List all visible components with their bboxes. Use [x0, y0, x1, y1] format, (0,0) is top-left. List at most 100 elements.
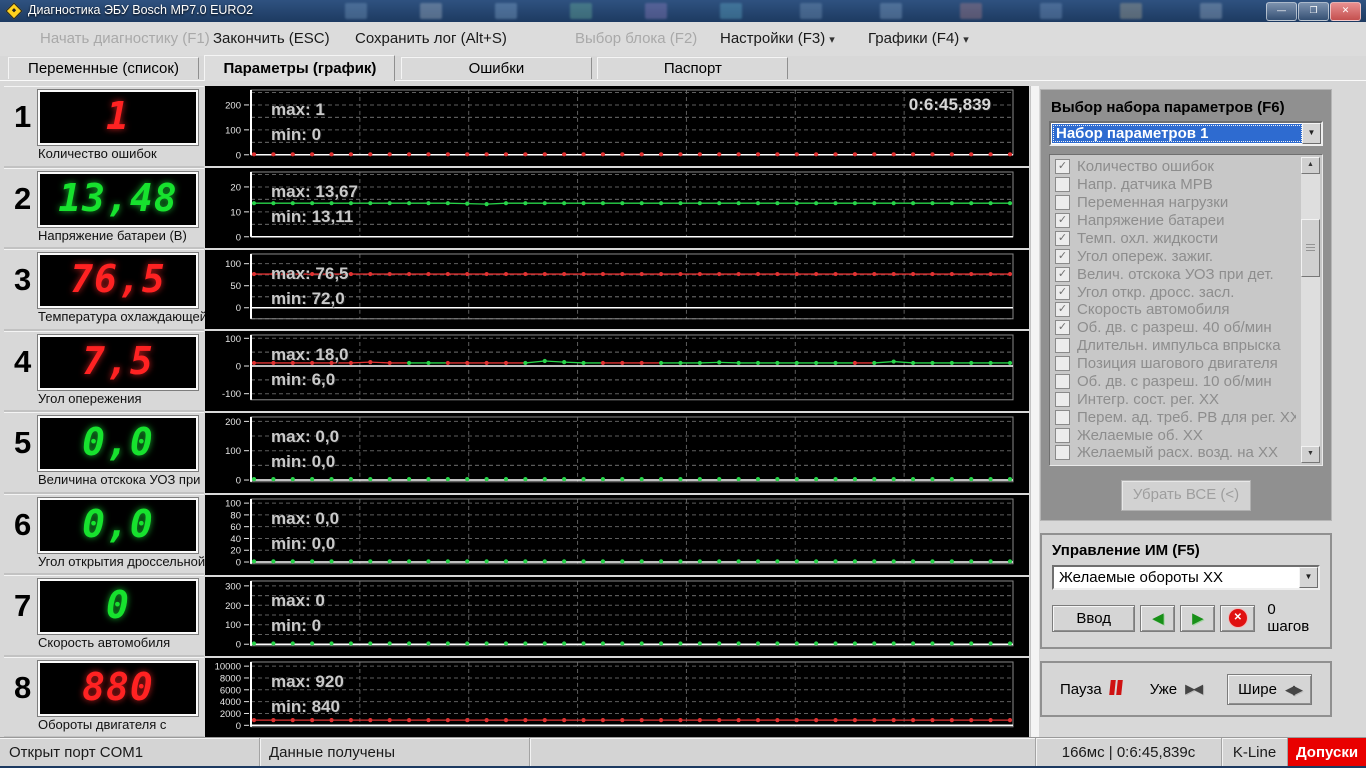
tab-errors[interactable]: Ошибки [400, 57, 592, 79]
scrollbar[interactable]: ▲ ▼ [1301, 157, 1320, 463]
checklist-item[interactable]: Желаемые об. ХХ [1055, 426, 1296, 444]
im-control-title: Управление ИМ (F5) [1052, 542, 1200, 559]
svg-text:50: 50 [230, 281, 241, 292]
checkbox[interactable]: ✓ [1055, 266, 1070, 282]
background-window-ghost [420, 3, 442, 19]
chart-svg: 0 100 200 [225, 89, 1014, 161]
tab-passport[interactable]: Паспорт [597, 57, 789, 79]
menu-settings[interactable]: Настройки (F3) ▾ [720, 30, 835, 47]
im-select[interactable]: Желаемые обороты ХХ ▼ [1052, 565, 1320, 590]
close-button[interactable]: ✕ [1330, 2, 1361, 21]
checkbox[interactable]: ✓ [1055, 320, 1070, 336]
parameter-checklist: ▲ ▼ ✓ Количество ошибок Напр. датчика МР… [1049, 154, 1323, 466]
menu-graphs[interactable]: Графики (F4) ▾ [868, 30, 969, 47]
sidebar: Выбор набора параметров (F6) Набор парам… [1038, 81, 1366, 737]
checkbox[interactable] [1055, 373, 1070, 389]
checkbox[interactable] [1055, 427, 1070, 443]
restore-button[interactable]: ❐ [1298, 2, 1329, 21]
svg-text:2000: 2000 [220, 709, 241, 720]
checkbox[interactable]: ✓ [1055, 248, 1070, 264]
checkbox[interactable] [1055, 195, 1070, 211]
scroll-down-icon[interactable]: ▼ [1301, 446, 1320, 463]
led-value: 13,48 [58, 175, 178, 220]
checkbox[interactable] [1055, 445, 1070, 461]
enter-button[interactable]: Ввод [1052, 604, 1136, 632]
background-window-ghost [345, 3, 367, 19]
checkbox[interactable]: ✓ [1055, 159, 1070, 175]
checklist-item[interactable]: Перем. ад. треб. РВ для рег. ХХ [1055, 408, 1296, 426]
checklist-item[interactable]: Позиция шагового двигателя [1055, 355, 1296, 373]
checkbox[interactable] [1055, 338, 1070, 354]
checklist-item[interactable]: Интегр. сост. рег. ХХ [1055, 390, 1296, 408]
checklist-item[interactable]: ✓ Велич. отскока УОЗ при дет. [1055, 265, 1296, 283]
svg-text:40: 40 [230, 534, 241, 545]
app-icon [5, 2, 23, 20]
param-set-select[interactable]: Набор параметров 1 ▼ [1049, 121, 1323, 146]
pause-button[interactable]: Пауза [1060, 679, 1124, 699]
checklist-item[interactable]: Напр. датчика МРВ [1055, 176, 1296, 194]
checkbox[interactable]: ✓ [1055, 284, 1070, 300]
checklist-item[interactable]: Длительн. импульса впрыска [1055, 337, 1296, 355]
svg-text:60: 60 [230, 522, 241, 533]
chart-svg: 0 100 200 300 [225, 579, 1014, 650]
checkbox[interactable] [1055, 409, 1070, 425]
minimize-button[interactable]: — [1266, 2, 1297, 21]
checklist-item[interactable]: ✓ Угол опереж. зажиг. [1055, 247, 1296, 265]
scroll-thumb[interactable] [1301, 219, 1320, 277]
tab-bar: Переменные (список) Параметры (график) О… [8, 55, 789, 81]
chevron-down-icon: ▾ [963, 34, 969, 46]
gauge-index: 1 [14, 99, 32, 134]
checklist-item[interactable]: ✓ Напряжение батареи [1055, 212, 1296, 230]
gauge-row: 5 0,0 Величина отскока УОЗ при [4, 412, 204, 494]
checkbox[interactable] [1055, 356, 1070, 372]
cancel-button[interactable]: ✕ [1220, 604, 1256, 632]
checkbox[interactable]: ✓ [1055, 302, 1070, 318]
checkbox[interactable] [1055, 391, 1070, 407]
graph-max-label: max: 0,0 [271, 508, 340, 528]
svg-text:100: 100 [225, 620, 241, 631]
tab-parameters-graph[interactable]: Параметры (график) [204, 55, 396, 81]
checklist-item[interactable]: ✓ Скорость автомобиля [1055, 301, 1296, 319]
graph-min-label: min: 72,0 [271, 288, 345, 308]
checkbox[interactable]: ✓ [1055, 213, 1070, 229]
combo-arrow-icon[interactable]: ▼ [1302, 123, 1321, 144]
window-title: Диагностика ЭБУ Bosch MP7.0 EURO2 [28, 3, 254, 17]
wider-button[interactable]: Шире ◀▶ [1227, 673, 1312, 705]
scroll-up-icon[interactable]: ▲ [1301, 157, 1320, 174]
checklist-item[interactable]: ✓ Количество ошибок [1055, 158, 1296, 176]
status-spacer [530, 738, 1036, 766]
checklist-item-label: Позиция шагового двигателя [1077, 355, 1278, 373]
gauge-column: 1 1 Количество ошибок 2 13,48 Напряжение… [4, 86, 208, 738]
step-right-button[interactable]: ▶ [1180, 604, 1216, 632]
graph-max-label: max: 920 [271, 672, 344, 692]
checklist-item[interactable]: ✓ Темп. охл. жидкости [1055, 230, 1296, 248]
checklist-item[interactable]: Об. дв. с разреш. 10 об/мин [1055, 373, 1296, 391]
titlebar[interactable]: Диагностика ЭБУ Bosch MP7.0 EURO2 — ❐ ✕ [0, 0, 1366, 22]
chevron-down-icon: ▾ [829, 34, 835, 46]
right-arrow-icon: ▶ [1192, 609, 1204, 627]
graph-max-label: max: 76,5 [271, 263, 349, 283]
background-window-ghost [1120, 3, 1142, 19]
led-display: 7,5 [38, 334, 198, 390]
tab-variables-list[interactable]: Переменные (список) [8, 57, 199, 79]
checklist-item-label: Угол опереж. зажиг. [1077, 247, 1214, 265]
checklist-item[interactable]: Желаемый расх. возд. на ХХ [1055, 444, 1296, 462]
im-selected-value: Желаемые обороты ХХ [1059, 569, 1224, 586]
led-display: 0,0 [38, 497, 198, 553]
svg-text:200: 200 [225, 100, 241, 111]
graph-panel: 0 2000 4000 6000 8000 10000 max: 920 min: 840 [205, 658, 1029, 738]
checklist-item[interactable]: Переменная нагрузки [1055, 194, 1296, 212]
wider-label: Шире [1238, 680, 1277, 698]
combo-arrow-icon[interactable]: ▼ [1299, 567, 1318, 588]
narrower-button[interactable]: Уже ▶◀ [1150, 681, 1203, 698]
checklist-item[interactable]: ✓ Угол откр. дросс. засл. [1055, 283, 1296, 301]
menu-finish[interactable]: Закончить (ESC) [213, 30, 330, 47]
checklist-item[interactable]: ✓ Об. дв. с разреш. 40 об/мин [1055, 319, 1296, 337]
gauge-label: Температура охлаждающей [38, 309, 208, 324]
menu-save-log[interactable]: Сохранить лог (Alt+S) [355, 30, 507, 47]
checkbox[interactable]: ✓ [1055, 230, 1070, 246]
step-left-button[interactable]: ◀ [1140, 604, 1176, 632]
led-display: 0 [38, 579, 198, 634]
checkbox[interactable] [1055, 177, 1070, 193]
checklist-item-label: Желаемые об. ХХ [1077, 426, 1203, 444]
